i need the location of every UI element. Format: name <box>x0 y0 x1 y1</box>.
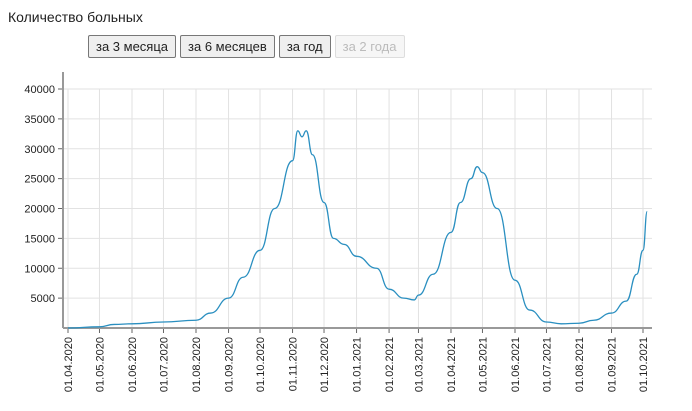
x-tick-label: 01.05.2021 <box>477 337 489 392</box>
x-tick-label: 01.12.2020 <box>319 337 331 392</box>
y-tick-label: 35000 <box>24 114 55 126</box>
x-tick-label: 01.09.2021 <box>607 337 619 392</box>
y-tick-label: 40000 <box>24 84 55 96</box>
x-tick-label: 01.04.2021 <box>446 337 458 392</box>
x-tick-label: 01.07.2021 <box>541 337 553 392</box>
x-tick-label: 01.11.2020 <box>288 337 300 391</box>
y-tick-label: 25000 <box>24 174 55 186</box>
x-tick-label: 01.07.2020 <box>158 337 170 392</box>
x-tick-label: 01.06.2020 <box>127 337 139 392</box>
x-tick-label: 01.10.2021 <box>638 337 650 392</box>
x-tick-label: 01.04.2020 <box>63 337 75 392</box>
x-tick-label: 01.02.2021 <box>384 337 396 392</box>
x-tick-label: 01.03.2021 <box>413 337 425 392</box>
x-tick-label: 01.08.2020 <box>191 337 203 392</box>
y-tick-label: 30000 <box>24 144 55 156</box>
y-tick-label: 5000 <box>31 293 55 305</box>
x-tick-label: 01.01.2021 <box>352 337 364 392</box>
x-tick-label: 01.10.2020 <box>255 337 267 392</box>
y-tick-label: 15000 <box>24 233 55 245</box>
x-tick-label: 01.08.2021 <box>574 337 586 392</box>
x-tick-label: 01.09.2020 <box>224 337 236 392</box>
line-chart: 5000 10000 15000 20000 25000 30000 35000 40000 0… <box>24 72 652 392</box>
y-tick-label: 10000 <box>24 263 55 275</box>
x-tick-label: 01.05.2020 <box>94 337 106 392</box>
x-tick-label: 01.06.2021 <box>510 337 522 392</box>
y-tick-label: 20000 <box>24 204 55 216</box>
